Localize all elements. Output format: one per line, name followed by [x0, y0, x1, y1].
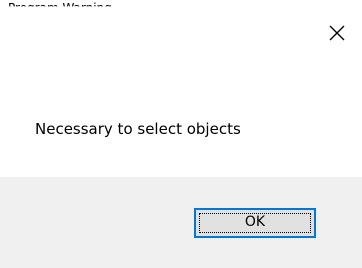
dialog-message: Necessary to select objects: [35, 120, 241, 138]
dialog-content: [0, 0, 362, 177]
message-dialog: Program Warning Necessary to select obje…: [0, 0, 362, 268]
close-icon: [329, 25, 345, 41]
close-button[interactable]: [322, 18, 352, 48]
ok-button-label: OK: [244, 214, 266, 230]
title-bar: Program Warning: [0, 0, 362, 22]
ok-button[interactable]: OK: [194, 208, 316, 238]
dialog-title: Program Warning: [8, 1, 112, 15]
